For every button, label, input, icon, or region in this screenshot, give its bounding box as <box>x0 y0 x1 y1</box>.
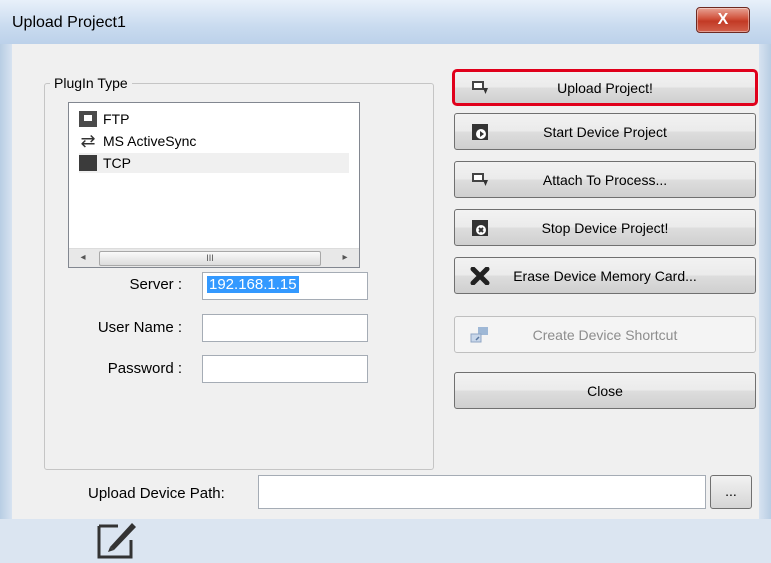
button-label: Attach To Process... <box>542 171 668 188</box>
password-label: Password : <box>107 360 182 377</box>
list-item-label: MS ActiveSync <box>103 133 197 149</box>
stop-device-project-button[interactable]: Stop Device Project! <box>454 209 756 246</box>
create-device-shortcut-button[interactable]: Create Device Shortcut <box>454 316 756 353</box>
window-close-button[interactable]: X <box>696 7 750 33</box>
scroll-left-icon[interactable]: ◂ <box>75 251 91 265</box>
upload-project-dialog: Upload Project1 X PlugIn Type FTP ⇄ MS A… <box>0 0 771 559</box>
plugin-type-list[interactable]: FTP ⇄ MS ActiveSync TCP ◂ III ▸ <box>68 102 360 268</box>
tcp-icon <box>79 155 97 171</box>
button-label: Stop Device Project! <box>541 219 669 236</box>
ftp-icon <box>79 111 97 127</box>
title-bar[interactable]: Upload Project1 X <box>0 0 771 45</box>
window-frame-left <box>0 44 12 519</box>
upload-project-button[interactable]: Upload Project! <box>452 69 758 106</box>
list-item-activesync[interactable]: ⇄ MS ActiveSync <box>79 131 349 151</box>
server-value: 192.168.1.15 <box>207 276 299 293</box>
shortcut-icon <box>469 326 491 344</box>
sync-icon: ⇄ <box>80 131 96 151</box>
close-button[interactable]: Close <box>454 372 756 409</box>
stop-icon <box>469 219 491 237</box>
edit-icon[interactable] <box>96 518 138 560</box>
button-label: Create Device Shortcut <box>532 326 678 343</box>
upload-device-path-label: Upload Device Path: <box>88 485 225 502</box>
erase-x-icon <box>469 266 491 285</box>
list-item-label: TCP <box>103 155 131 171</box>
list-horizontal-scrollbar[interactable]: ◂ III ▸ <box>69 248 359 267</box>
upload-device-path-input[interactable] <box>258 475 706 509</box>
button-label: Erase Device Memory Card... <box>513 267 697 284</box>
attach-to-process-button[interactable]: Attach To Process... <box>454 161 756 198</box>
upload-icon <box>469 79 491 97</box>
attach-icon <box>469 171 491 189</box>
username-label: User Name : <box>97 319 182 336</box>
server-label: Server : <box>129 276 182 293</box>
start-icon <box>469 123 491 141</box>
dialog-client-area: PlugIn Type FTP ⇄ MS ActiveSync TCP ◂ II… <box>12 44 759 559</box>
button-label: Close <box>587 382 623 399</box>
list-item-ftp[interactable]: FTP <box>79 109 349 129</box>
list-item-label: FTP <box>103 111 130 127</box>
plugin-type-legend: PlugIn Type <box>50 75 132 91</box>
window-frame-right <box>759 44 771 519</box>
button-label: Start Device Project <box>543 123 667 140</box>
password-input[interactable] <box>202 355 368 383</box>
username-input[interactable] <box>202 314 368 342</box>
scroll-right-icon[interactable]: ▸ <box>337 251 353 265</box>
start-device-project-button[interactable]: Start Device Project <box>454 113 756 150</box>
window-title: Upload Project1 <box>12 14 126 31</box>
list-item-tcp[interactable]: TCP <box>79 153 349 173</box>
scroll-thumb[interactable]: III <box>99 251 321 266</box>
erase-memory-card-button[interactable]: Erase Device Memory Card... <box>454 257 756 294</box>
server-input[interactable]: 192.168.1.15 <box>202 272 368 300</box>
button-label: Upload Project! <box>557 79 653 96</box>
browse-button[interactable]: ... <box>710 475 752 509</box>
